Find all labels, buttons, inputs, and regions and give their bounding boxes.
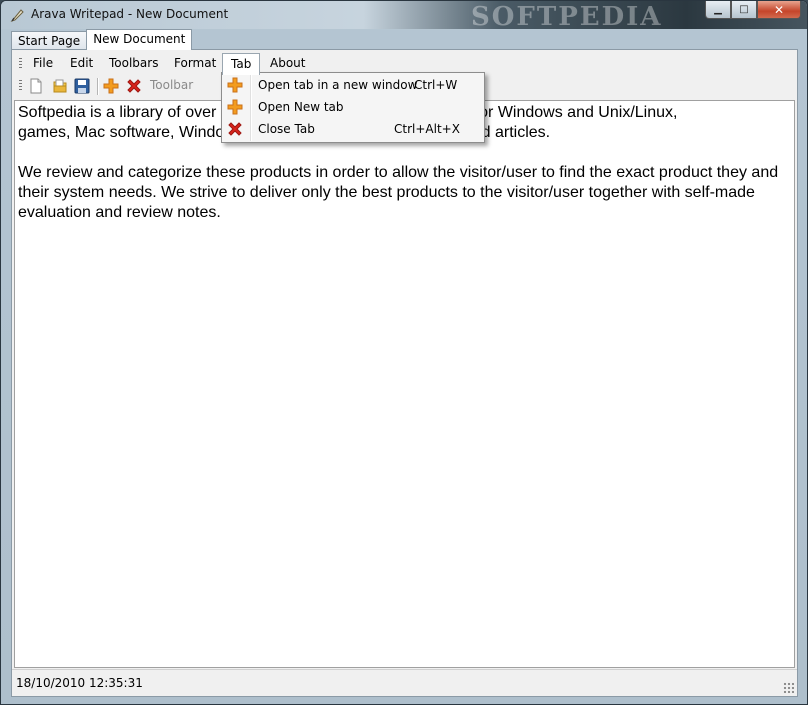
- close-tab-icon[interactable]: [126, 78, 142, 94]
- toolbar-label: Toolbar: [150, 78, 194, 92]
- tab-new-document[interactable]: New Document: [86, 29, 193, 50]
- status-datetime: 18/10/2010 12:35:31: [16, 676, 143, 690]
- menu-bar: File Edit Toolbars Format Tab About: [12, 52, 797, 75]
- status-bar: 18/10/2010 12:35:31: [12, 669, 797, 696]
- menu-about[interactable]: About: [262, 53, 313, 74]
- maximize-button[interactable]: □: [731, 1, 757, 19]
- menu-format[interactable]: Format: [166, 53, 224, 74]
- add-tab-icon[interactable]: [103, 78, 119, 94]
- document-tabs: Start Page New Document: [11, 29, 193, 50]
- menu-toolbars[interactable]: Toolbars: [101, 53, 166, 74]
- window-controls: ▁ □ ✕: [705, 1, 801, 20]
- app-feather-icon: [10, 9, 24, 23]
- x-icon: [228, 122, 242, 136]
- window-title: Arava Writepad - New Document: [31, 7, 229, 21]
- plus-icon: [227, 99, 243, 115]
- save-disk-icon[interactable]: [74, 78, 90, 94]
- watermark-logo: SOFTPEDIA: [471, 2, 663, 32]
- menu-item-label: Open tab in a new window: [258, 78, 418, 92]
- menu-item-close-tab[interactable]: Close Tab Ctrl+Alt+X: [224, 118, 480, 140]
- toolbar-grip-handle[interactable]: [19, 80, 22, 92]
- menu-item-open-new-tab[interactable]: Open New tab: [224, 96, 480, 118]
- menu-item-label: Open New tab: [258, 100, 344, 114]
- title-bar[interactable]: Arava Writepad - New Document SOFTPEDIA …: [1, 1, 807, 32]
- app-window: Arava Writepad - New Document SOFTPEDIA …: [0, 0, 808, 705]
- menu-item-shortcut: Ctrl+Alt+X: [394, 122, 460, 136]
- document-editor[interactable]: Softpedia is a library of over 4 programs…: [14, 100, 795, 668]
- editor-line2-start: games, Mac software, Windo: [18, 124, 225, 141]
- menu-grip-handle[interactable]: [19, 58, 22, 70]
- tab-menu-dropdown: Open tab in a new window Ctrl+W Open New…: [221, 72, 485, 143]
- minimize-button[interactable]: ▁: [705, 1, 731, 19]
- editor-paragraph-2: We review and categorize these products …: [18, 164, 783, 221]
- new-document-icon[interactable]: [28, 78, 44, 94]
- menu-edit[interactable]: Edit: [62, 53, 101, 74]
- menu-item-label: Close Tab: [258, 122, 315, 136]
- open-folder-icon[interactable]: [52, 78, 68, 94]
- editor-line1-start: Softpedia is a library of over 4: [18, 104, 230, 121]
- toolbar-separator: [97, 78, 99, 95]
- tab-content: File Edit Toolbars Format Tab About Tool…: [11, 49, 798, 697]
- tab-start-page[interactable]: Start Page: [11, 31, 88, 49]
- menu-item-open-tab-new-window[interactable]: Open tab in a new window Ctrl+W: [224, 74, 480, 96]
- close-button[interactable]: ✕: [757, 1, 801, 19]
- menu-file[interactable]: File: [25, 53, 61, 74]
- menu-item-shortcut: Ctrl+W: [414, 78, 458, 92]
- menu-tab[interactable]: Tab: [222, 53, 260, 75]
- plus-icon: [227, 77, 243, 93]
- resize-grip-icon[interactable]: [783, 682, 794, 693]
